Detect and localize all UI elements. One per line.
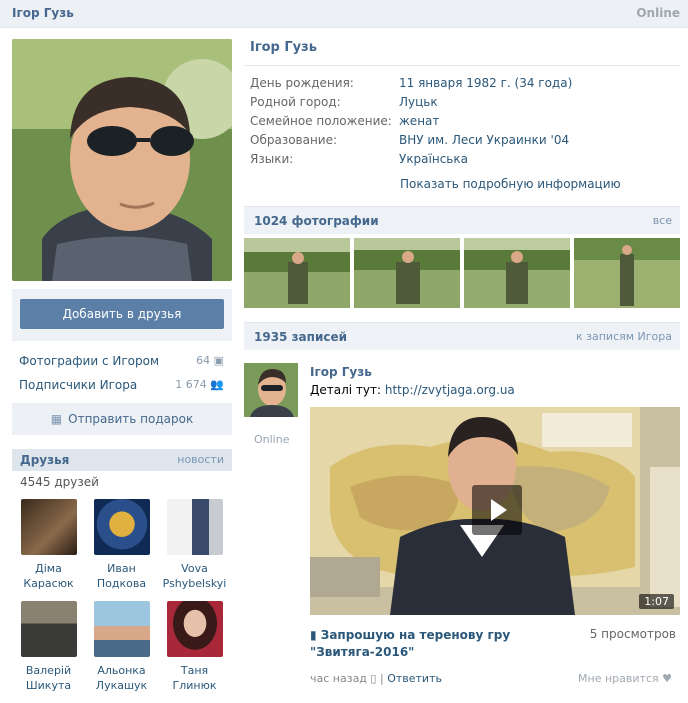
friends-news-link[interactable]: новости (177, 453, 224, 466)
top-bar: Ігор Гузь Online (0, 0, 688, 28)
photos-header: 1024 фотографии все (244, 206, 680, 234)
friend-name[interactable]: Альонка Лукашук (85, 663, 158, 693)
people-icon: 👥 (210, 378, 224, 391)
info-label: День рождения: (250, 76, 354, 90)
friend-item[interactable]: Валерій Шикута (12, 601, 85, 701)
info-row-birthday: День рождения: 11 января 1982 г. (34 год… (244, 74, 680, 93)
friend-avatar[interactable] (93, 601, 150, 657)
friend-avatar[interactable] (93, 499, 150, 555)
info-row-languages: Языки: Українська (244, 150, 680, 169)
camera-icon: ▣ (213, 354, 224, 367)
info-value[interactable]: женат (399, 112, 439, 131)
friend-name[interactable]: Валерій Шикута (12, 663, 85, 693)
page-title: Ігор Гузь (250, 40, 317, 55)
post-text-prefix: Деталі тут: (310, 383, 382, 397)
info-label: Образование: (250, 133, 338, 147)
friends-grid: Діма Карасюк Иван Подкова Vova Pshybelskyi … (12, 499, 232, 701)
friend-avatar[interactable] (20, 499, 77, 555)
info-row-hometown: Родной город: Луцьк (244, 93, 680, 112)
info-value[interactable]: Українська (399, 150, 468, 169)
friend-item[interactable]: Таня Глинюк (158, 601, 231, 701)
posts-title[interactable]: 1935 записей (254, 330, 347, 344)
counter-photos-with[interactable]: Фотографии с Игором 64 ▣ (12, 349, 232, 373)
gift-label: Отправить подарок (68, 412, 194, 426)
friend-avatar[interactable] (166, 499, 223, 555)
photos-strip (244, 238, 680, 308)
friend-name[interactable]: Діма Карасюк (12, 561, 85, 591)
friend-item[interactable]: Діма Карасюк (12, 499, 85, 599)
profile-counters: Фотографии с Игором 64 ▣ Подписчики Игор… (12, 349, 232, 397)
counter-label: Фотографии с Игором (19, 354, 159, 368)
post-author-status: Online (254, 433, 290, 446)
info-value[interactable]: 11 января 1982 г. (34 года) (399, 74, 572, 93)
info-label: Языки: (250, 152, 294, 166)
like-button[interactable]: Мне нравится ♥ (578, 672, 672, 685)
photo-thumbnail[interactable] (354, 238, 460, 308)
divider (244, 65, 680, 66)
post-link[interactable]: http://zvytjaga.org.ua (385, 383, 515, 397)
online-status: Online (636, 6, 680, 20)
counter-value: 1 674 👥 (175, 378, 224, 391)
friend-item[interactable]: Иван Подкова (85, 499, 158, 599)
info-value[interactable]: Луцьк (399, 93, 438, 112)
photo-thumbnail[interactable] (574, 238, 680, 308)
friends-count[interactable]: 4545 друзей (12, 471, 232, 493)
friend-name[interactable]: Иван Подкова (85, 561, 158, 591)
friend-item[interactable]: Альонка Лукашук (85, 601, 158, 701)
profile-name-header[interactable]: Ігор Гузь (12, 6, 74, 20)
info-label: Семейное положение: (250, 114, 392, 128)
counter-label: Подписчики Игора (19, 378, 138, 392)
like-label: Мне нравится (578, 672, 659, 685)
friends-title[interactable]: Друзья (20, 453, 69, 467)
right-column: Ігор Гузь День рождения: 11 января 1982 … (244, 28, 680, 701)
send-gift-button[interactable]: ▦ Отправить подарок (12, 403, 232, 435)
friend-avatar[interactable] (166, 601, 223, 657)
play-icon[interactable] (472, 485, 522, 535)
post-author-avatar[interactable] (244, 363, 298, 417)
meta-divider: | (379, 672, 384, 685)
video-icon: ▮ (310, 628, 317, 642)
info-row-relationship: Семейное положение: женат (244, 112, 680, 131)
post-author-name[interactable]: Ігор Гузь (310, 365, 372, 379)
profile-avatar[interactable] (12, 39, 232, 281)
add-friend-box: Добавить в друзья (12, 289, 232, 341)
counter-value: 64 ▣ (196, 354, 224, 367)
wall-post: Online Ігор Гузь Деталі тут: http://zvyt… (244, 361, 680, 701)
posts-header: 1935 записей к записям Игора (244, 322, 680, 350)
info-value[interactable]: ВНУ им. Леси Украинки '04 (399, 131, 569, 150)
friends-header: Друзья новости (12, 449, 232, 471)
video-views: 5 просмотров (589, 627, 676, 641)
post-meta: час назад ▯ | Ответить (310, 672, 442, 685)
video-player[interactable]: 1:07 (310, 407, 680, 615)
counter-followers[interactable]: Подписчики Игора 1 674 👥 (12, 373, 232, 397)
heart-icon: ♥ (662, 672, 672, 685)
info-row-education: Образование: ВНУ им. Леси Украинки '04 (244, 131, 680, 150)
video-title[interactable]: ▮ Запрошую на теренову гру "Звитяга-2016… (310, 627, 570, 661)
photo-thumbnail[interactable] (464, 238, 570, 308)
post-time[interactable]: час назад (310, 672, 367, 685)
device-icon: ▯ (370, 672, 380, 685)
posts-all-link[interactable]: к записям Игора (576, 330, 672, 343)
friend-name[interactable]: Таня Глинюк (158, 663, 231, 693)
show-details-link[interactable]: Показать подробную информацию (400, 177, 680, 191)
left-column: Добавить в друзья Фотографии с Игором 64… (12, 39, 232, 701)
gift-icon: ▦ (50, 412, 63, 426)
profile-info: День рождения: 11 января 1982 г. (34 год… (244, 74, 680, 169)
friend-name[interactable]: Vova Pshybelskyi (158, 561, 231, 591)
photos-title[interactable]: 1024 фотографии (254, 214, 379, 228)
post-text: Деталі тут: http://zvytjaga.org.ua (310, 383, 515, 397)
photos-all-link[interactable]: все (653, 214, 672, 227)
info-label: Родной город: (250, 95, 341, 109)
video-duration: 1:07 (639, 594, 674, 609)
reply-link[interactable]: Ответить (387, 672, 442, 685)
photo-thumbnail[interactable] (244, 238, 350, 308)
friend-avatar[interactable] (20, 601, 77, 657)
friend-item[interactable]: Vova Pshybelskyi (158, 499, 231, 599)
add-friend-button[interactable]: Добавить в друзья (20, 299, 224, 329)
